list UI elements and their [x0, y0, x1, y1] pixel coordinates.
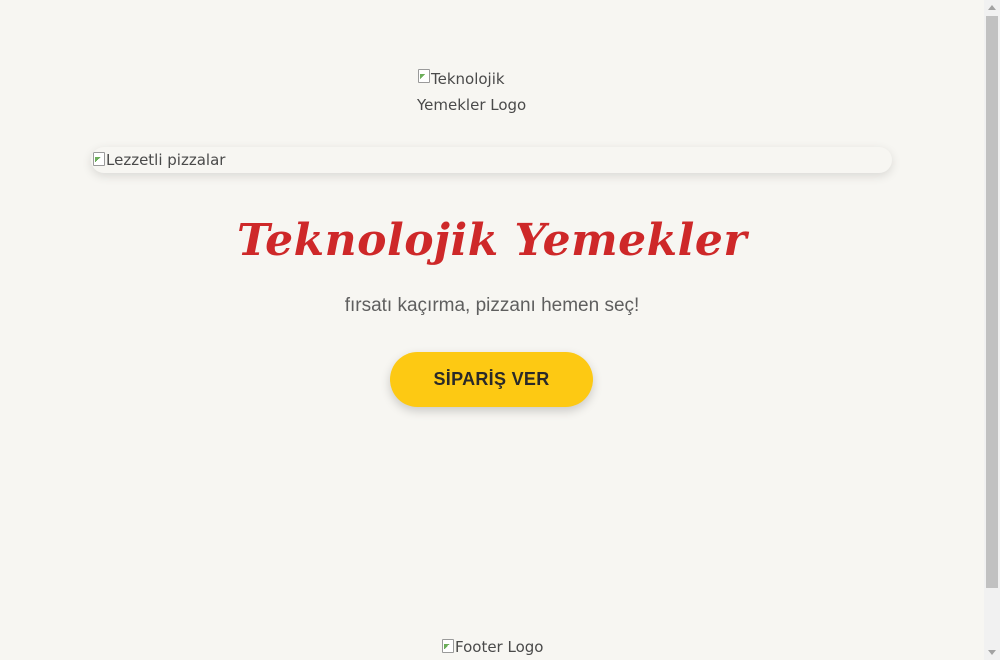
- broken-image-icon: [417, 68, 431, 84]
- hero-image: Lezzetli pizzalar: [91, 147, 892, 173]
- vertical-scrollbar[interactable]: [984, 0, 1000, 660]
- logo-alt-line-1: Teknolojik: [417, 64, 527, 92]
- footer-broken-image: Footer Logo: [441, 634, 543, 660]
- scrollbar-thumb[interactable]: [986, 16, 998, 588]
- logo-alt-text-2: Yemekler Logo: [417, 96, 527, 114]
- header-logo[interactable]: Teknolojik Yemekler Logo: [417, 64, 527, 118]
- logo-alt-text-1: Teknolojik: [431, 70, 505, 88]
- page-title: Teknolojik Yemekler: [236, 215, 748, 266]
- hero-image-alt-text: Lezzetli pizzalar: [106, 151, 226, 169]
- page-viewport: Teknolojik Yemekler Logo Lezzetli pizzal…: [0, 0, 984, 660]
- logo-broken-image: Teknolojik Yemekler Logo: [417, 64, 527, 118]
- broken-image-icon: [92, 151, 106, 167]
- footer-logo[interactable]: Footer Logo: [441, 634, 543, 660]
- broken-image-icon: [441, 638, 455, 654]
- scroll-down-arrow-icon[interactable]: [988, 650, 996, 655]
- footer-logo-alt-text: Footer Logo: [455, 638, 544, 656]
- order-button[interactable]: SİPARİŞ VER: [390, 352, 593, 407]
- hero-broken-image: Lezzetli pizzalar: [92, 147, 225, 173]
- page-subtitle: fırsatı kaçırma, pizzanı hemen seç!: [344, 295, 640, 316]
- scroll-up-arrow-icon[interactable]: [988, 5, 996, 10]
- order-button-label: SİPARİŞ VER: [433, 369, 550, 389]
